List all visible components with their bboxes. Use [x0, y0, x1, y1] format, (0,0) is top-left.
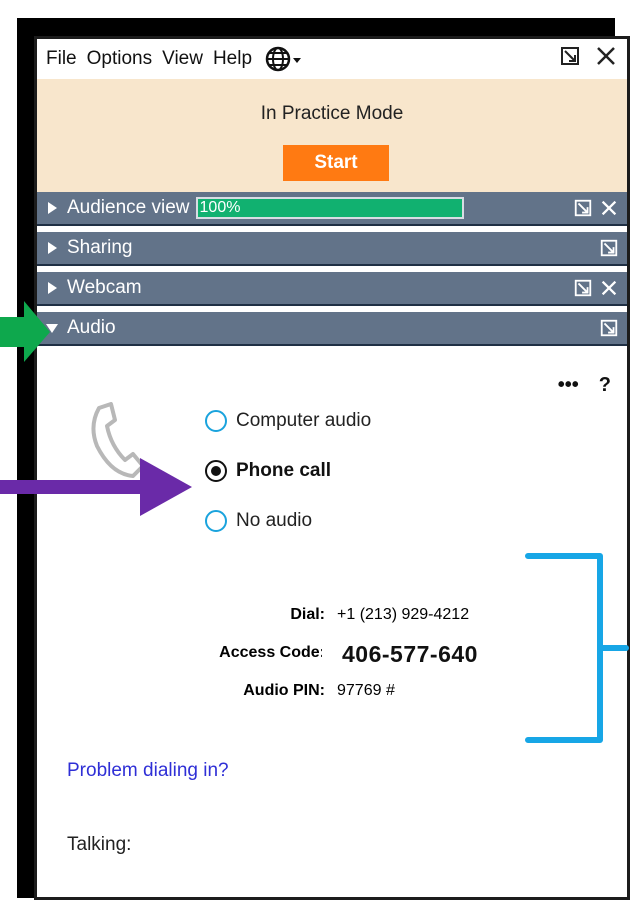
section-label: Audio	[67, 317, 116, 338]
phone-icon	[85, 402, 145, 487]
close-icon[interactable]	[599, 278, 619, 304]
close-icon[interactable]	[599, 198, 619, 224]
radio-button[interactable]	[205, 410, 227, 432]
option-label: No audio	[236, 510, 313, 531]
collapse-triangle-icon[interactable]	[37, 322, 67, 334]
radio-button[interactable]	[205, 460, 227, 482]
option-label: Computer audio	[236, 410, 372, 431]
menu-bar: File Options View Help	[37, 39, 627, 79]
audio-panel: ••• ? Computer audio Phone call No audio…	[37, 350, 627, 897]
radio-phone-call[interactable]: Phone call	[205, 460, 331, 482]
practice-mode-banner: In Practice Mode Start	[37, 79, 627, 192]
audio-pin-label: Audio PIN:	[243, 682, 325, 699]
practice-mode-text: In Practice Mode	[260, 103, 404, 124]
close-icon[interactable]	[595, 45, 617, 73]
audience-level-meter: 100%	[195, 197, 464, 219]
start-button[interactable]: Start	[283, 145, 389, 181]
section-webcam[interactable]: Webcam	[37, 272, 627, 306]
radio-computer-audio[interactable]: Computer audio	[205, 410, 371, 432]
popout-icon[interactable]	[573, 278, 593, 304]
control-panel: File Options View Help In Practice Mode	[34, 36, 630, 900]
expand-triangle-icon[interactable]	[37, 241, 67, 255]
popout-icon[interactable]	[599, 318, 619, 344]
more-options-icon[interactable]: •••	[558, 374, 579, 397]
expand-triangle-icon[interactable]	[37, 281, 67, 295]
menu-view[interactable]: View	[157, 48, 208, 70]
access-code-value: 406-577-640	[322, 632, 566, 676]
dial-number: +1 (213) 929-4212	[337, 606, 470, 623]
popout-icon[interactable]	[599, 238, 619, 264]
access-code-label: Access Code:	[219, 644, 325, 661]
section-audience-view[interactable]: Audience view 100%	[37, 192, 627, 226]
section-sharing[interactable]: Sharing	[37, 232, 627, 266]
section-label: Sharing	[67, 237, 133, 258]
dial-label: Dial:	[290, 606, 325, 623]
menu-file[interactable]: File	[37, 48, 82, 70]
globe-icon[interactable]	[265, 45, 305, 73]
expand-triangle-icon[interactable]	[37, 201, 67, 215]
section-label: Audience view	[67, 197, 190, 218]
radio-no-audio[interactable]: No audio	[205, 510, 312, 532]
section-audio[interactable]: Audio	[37, 312, 627, 346]
problem-dialing-link[interactable]: Problem dialing in?	[67, 760, 229, 782]
help-icon[interactable]: ?	[599, 374, 611, 397]
option-label: Phone call	[236, 460, 332, 481]
audio-pin-value: 97769 #	[337, 682, 395, 699]
menu-options[interactable]: Options	[82, 48, 157, 70]
meter-value: 100%	[199, 199, 241, 216]
menu-help[interactable]: Help	[208, 48, 257, 70]
talking-label: Talking:	[67, 834, 132, 855]
section-label: Webcam	[67, 277, 142, 298]
radio-button[interactable]	[205, 510, 227, 532]
popout-icon[interactable]	[573, 198, 593, 224]
popout-icon[interactable]	[559, 45, 581, 73]
